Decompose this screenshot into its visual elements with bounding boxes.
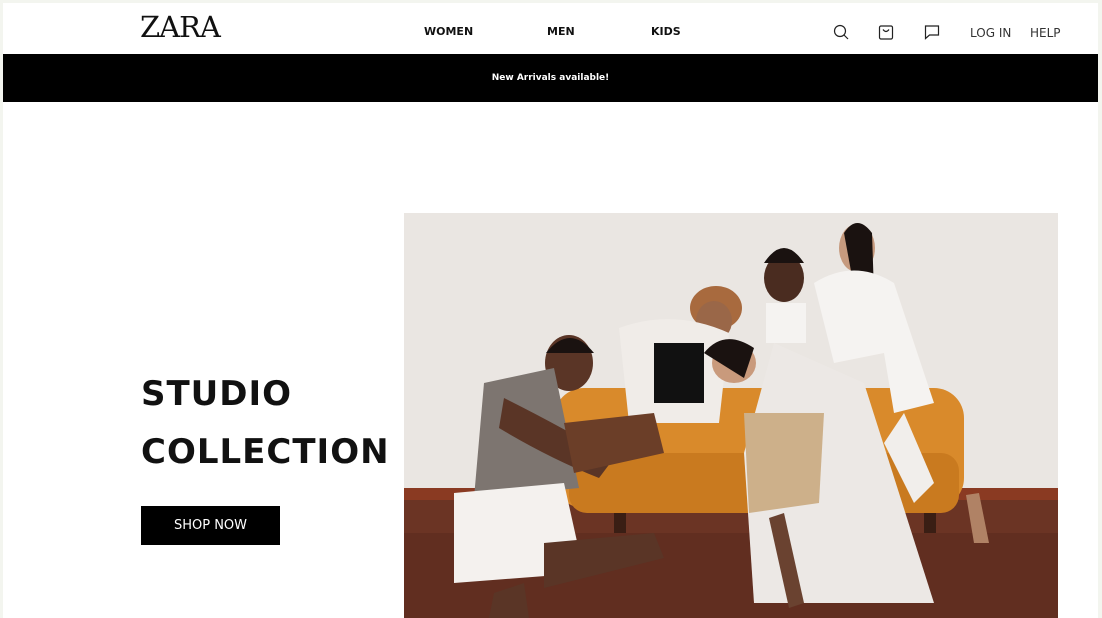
hero-image: [404, 213, 1058, 618]
nav-link-kids[interactable]: KIDS: [651, 25, 681, 38]
zara-logo[interactable]: ZARA: [140, 12, 221, 42]
page: ZARA WOMEN MEN KIDS LOG IN HELP New Arri…: [3, 3, 1098, 618]
shop-now-button[interactable]: SHOP NOW: [141, 506, 280, 545]
nav-link-men[interactable]: MEN: [547, 25, 575, 38]
hero-title-line1: STUDIO: [141, 374, 293, 414]
top-nav: ZARA WOMEN MEN KIDS LOG IN HELP: [3, 3, 1098, 54]
announcement-banner: New Arrivals available!: [3, 54, 1098, 102]
nav-link-women[interactable]: WOMEN: [424, 25, 473, 38]
login-link[interactable]: LOG IN: [970, 26, 1011, 40]
shopping-bag-icon[interactable]: [877, 23, 895, 41]
chat-icon[interactable]: [923, 23, 941, 41]
banner-text: New Arrivals available!: [491, 73, 610, 83]
hero-title: STUDIO COLLECTION: [141, 365, 390, 481]
hero-title-line2: COLLECTION: [141, 432, 390, 472]
help-link[interactable]: HELP: [1030, 26, 1061, 40]
search-icon[interactable]: [832, 23, 850, 41]
